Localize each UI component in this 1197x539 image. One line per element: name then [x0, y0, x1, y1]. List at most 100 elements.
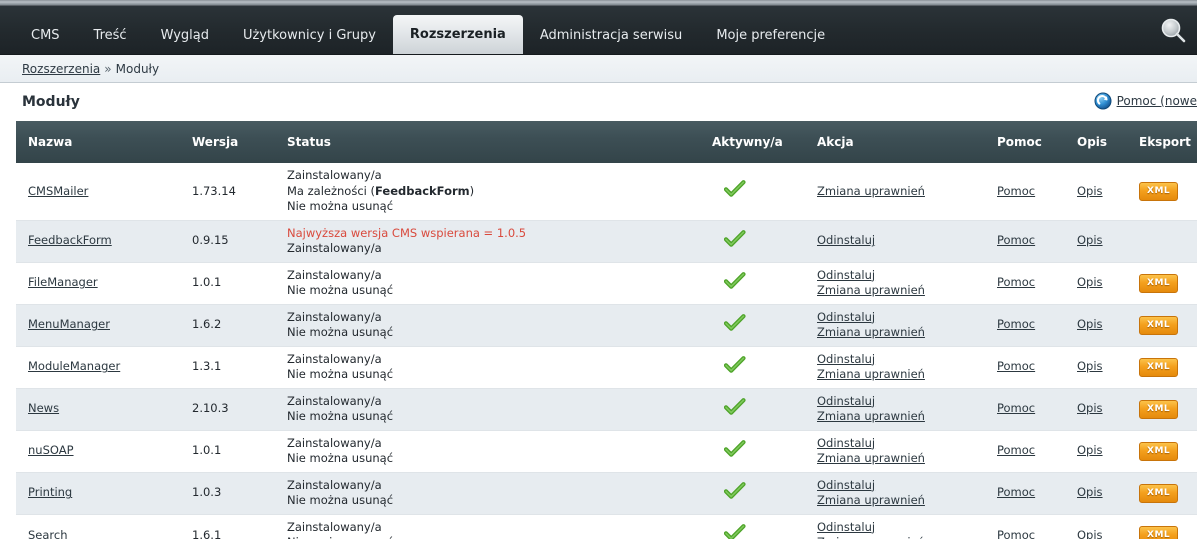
- cell-actions: OdinstalujZmiana uprawnień: [811, 472, 991, 515]
- module-link[interactable]: FeedbackForm: [28, 233, 112, 247]
- green-check-icon[interactable]: [723, 482, 746, 500]
- xml-export-button[interactable]: XML: [1139, 525, 1179, 539]
- green-check-icon[interactable]: [723, 229, 746, 248]
- module-link[interactable]: ModuleManager: [28, 359, 120, 373]
- action-link-permissions[interactable]: Zmiana uprawnień: [817, 409, 985, 425]
- cell-active: [706, 220, 811, 263]
- cell-module-name: Search: [16, 514, 186, 539]
- help-link[interactable]: Pomoc: [997, 401, 1035, 415]
- cell-module-name: nuSOAP: [16, 430, 186, 473]
- breadcrumb-link-root[interactable]: Rozszerzenia: [22, 62, 100, 76]
- column-header-status[interactable]: Status: [281, 121, 706, 163]
- modules-table: Nazwa Wersja Status Aktywny/a Akcja Pomo…: [16, 121, 1197, 539]
- description-link[interactable]: Opis: [1077, 443, 1103, 457]
- status-line: Zainstalowany/a: [287, 309, 382, 324]
- cell-status: Zainstalowany/aNie można usunąć: [281, 472, 706, 515]
- cell-module-name: FileManager: [16, 262, 186, 305]
- column-header-akcja[interactable]: Akcja: [811, 121, 991, 163]
- help-link[interactable]: Pomoc: [997, 443, 1035, 457]
- green-check-icon[interactable]: [723, 440, 746, 458]
- green-check-icon[interactable]: [723, 180, 746, 198]
- action-link-uninstall[interactable]: Odinstaluj: [817, 352, 985, 368]
- description-link[interactable]: Opis: [1077, 275, 1103, 289]
- nav-tab-administracja-serwisu[interactable]: Administracja serwisu: [523, 17, 699, 54]
- description-link[interactable]: Opis: [1077, 184, 1103, 198]
- nav-tab-tre[interactable]: Treść: [77, 17, 144, 54]
- green-check-icon[interactable]: [723, 271, 746, 290]
- module-link[interactable]: MenuManager: [28, 317, 110, 331]
- help-link[interactable]: Pomoc: [997, 528, 1035, 539]
- action-link-permissions[interactable]: Zmiana uprawnień: [817, 367, 985, 383]
- help-link[interactable]: Pomoc: [997, 485, 1035, 499]
- status-line: Nie można usunąć: [287, 451, 394, 466]
- cell-actions: OdinstalujZmiana uprawnień: [811, 346, 991, 389]
- green-check-icon[interactable]: [723, 313, 746, 332]
- action-link-permissions[interactable]: Zmiana uprawnień: [817, 325, 985, 341]
- status-line: Zainstalowany/a: [287, 477, 382, 492]
- nav-tab-u-ytkownicy-i-grupy[interactable]: Użytkownicy i Grupy: [226, 17, 393, 54]
- page-title: Moduły: [22, 94, 80, 110]
- help-link[interactable]: Pomoc: [997, 275, 1035, 289]
- table-row: Printing 1.0.3 Zainstalowany/a Nie można us…: [16, 472, 1197, 515]
- action-link-uninstall[interactable]: Odinstaluj: [817, 436, 985, 452]
- module-link[interactable]: Search: [28, 528, 68, 539]
- description-link[interactable]: Opis: [1077, 401, 1103, 415]
- action-link-uninstall[interactable]: Odinstaluj: [817, 310, 985, 326]
- green-check-icon[interactable]: [723, 398, 746, 416]
- xml-export-button[interactable]: XML: [1139, 399, 1179, 419]
- column-header-eksport[interactable]: Eksport: [1133, 121, 1197, 163]
- description-link[interactable]: Opis: [1077, 317, 1103, 331]
- module-link[interactable]: News: [28, 401, 59, 415]
- xml-export-button[interactable]: XML: [1139, 315, 1179, 335]
- action-link-permissions[interactable]: Zmiana uprawnień: [817, 535, 985, 539]
- module-link[interactable]: CMSMailer: [28, 184, 88, 198]
- column-header-wersja[interactable]: Wersja: [186, 121, 281, 163]
- nav-tab-rozszerzenia[interactable]: Rozszerzenia: [392, 15, 523, 54]
- xml-export-button[interactable]: XML: [1139, 357, 1179, 377]
- help-link[interactable]: Pomoc: [997, 359, 1035, 373]
- action-link-permissions[interactable]: Zmiana uprawnień: [817, 493, 985, 509]
- description-link[interactable]: Opis: [1077, 359, 1103, 373]
- action-link-uninstall[interactable]: Odinstaluj: [817, 268, 985, 284]
- nav-tab-wygl-d[interactable]: Wygląd: [144, 17, 226, 54]
- action-link-uninstall[interactable]: Odinstaluj: [817, 394, 985, 410]
- cell-version: 1.0.3: [186, 472, 281, 515]
- action-link-permissions[interactable]: Zmiana uprawnień: [817, 184, 985, 200]
- green-check-icon[interactable]: [723, 524, 746, 539]
- action-link-uninstall[interactable]: Odinstaluj: [817, 478, 985, 494]
- cell-active: [706, 262, 811, 305]
- module-link[interactable]: Printing: [28, 485, 72, 499]
- cell-help: Pomoc: [991, 220, 1071, 263]
- xml-export-button[interactable]: XML: [1139, 483, 1179, 503]
- column-header-opis[interactable]: Opis: [1071, 121, 1133, 163]
- cell-active: [706, 346, 811, 389]
- nav-tab-moje-preferencje[interactable]: Moje preferencje: [699, 17, 842, 54]
- help-link[interactable]: Pomoc: [997, 184, 1035, 198]
- description-link[interactable]: Opis: [1077, 528, 1103, 539]
- action-link-permissions[interactable]: Zmiana uprawnień: [817, 283, 985, 299]
- xml-export-button[interactable]: XML: [1139, 441, 1179, 461]
- action-link-uninstall[interactable]: Odinstaluj: [817, 520, 985, 536]
- column-header-nazwa[interactable]: Nazwa: [16, 121, 186, 163]
- xml-export-button[interactable]: XML: [1139, 273, 1179, 293]
- cell-description: Opis: [1071, 163, 1133, 221]
- status-line: Ma zależności (FeedbackForm): [287, 183, 475, 198]
- green-check-icon[interactable]: [723, 355, 746, 374]
- help-link[interactable]: Pomoc: [997, 233, 1035, 247]
- status-line: Nie można usunąć: [287, 367, 394, 382]
- cell-export: XML: [1133, 430, 1197, 473]
- module-link[interactable]: nuSOAP: [28, 443, 74, 457]
- help-link[interactable]: Pomoc: [997, 317, 1035, 331]
- help-link[interactable]: Pomoc (nowe: [1117, 94, 1197, 108]
- description-link[interactable]: Opis: [1077, 233, 1103, 247]
- xml-export-button[interactable]: XML: [1139, 181, 1179, 201]
- nav-tab-cms[interactable]: CMS: [14, 17, 77, 54]
- cell-help: Pomoc: [991, 472, 1071, 515]
- column-header-aktywny[interactable]: Aktywny/a: [706, 121, 811, 163]
- search-icon[interactable]: [1157, 15, 1189, 47]
- column-header-pomoc[interactable]: Pomoc: [991, 121, 1071, 163]
- description-link[interactable]: Opis: [1077, 485, 1103, 499]
- module-link[interactable]: FileManager: [28, 275, 98, 289]
- action-link-permissions[interactable]: Zmiana uprawnień: [817, 451, 985, 467]
- action-link-uninstall[interactable]: Odinstaluj: [817, 233, 985, 249]
